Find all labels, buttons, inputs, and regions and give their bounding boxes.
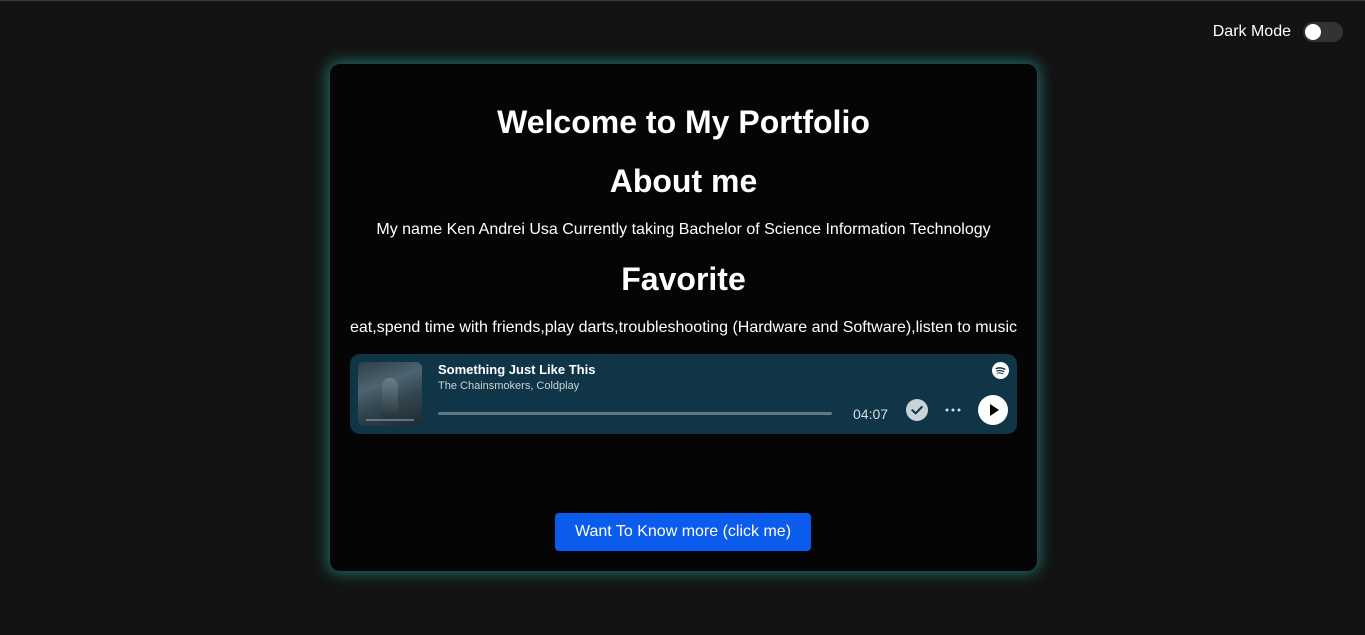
favorite-heading: Favorite (621, 261, 746, 297)
toggle-knob (1305, 24, 1321, 40)
favorite-text: eat,spend time with friends,play darts,t… (350, 319, 1017, 336)
spotify-embed-player[interactable]: Something Just Like This The Chainsmoker… (350, 354, 1017, 434)
album-art[interactable] (358, 362, 422, 426)
portfolio-card: Welcome to My Portfolio About me My name… (330, 64, 1037, 571)
album-caption (366, 419, 414, 421)
dark-mode-switch-area: Dark Mode (1213, 22, 1343, 42)
dark-mode-toggle[interactable] (1303, 22, 1343, 42)
page-title: Welcome to My Portfolio (497, 104, 870, 140)
about-heading: About me (609, 163, 758, 199)
about-text: My name Ken Andrei Usa Currently taking … (376, 221, 991, 238)
dark-mode-label: Dark Mode (1212, 23, 1291, 40)
play-button[interactable] (978, 395, 1008, 425)
progress-bar[interactable] (438, 412, 832, 415)
track-title[interactable]: Something Just Like This (438, 362, 595, 377)
spotify-icon[interactable] (992, 362, 1009, 379)
track-duration: 04:07 (853, 406, 889, 422)
play-icon (990, 404, 999, 416)
know-more-button[interactable]: Want To Know more (click me) (555, 513, 811, 551)
track-artist[interactable]: The Chainsmokers, Coldplay (438, 380, 579, 392)
window-border (0, 0, 1365, 1)
saved-check-icon[interactable] (906, 399, 928, 421)
album-figure (382, 378, 398, 418)
more-icon[interactable] (944, 401, 962, 419)
